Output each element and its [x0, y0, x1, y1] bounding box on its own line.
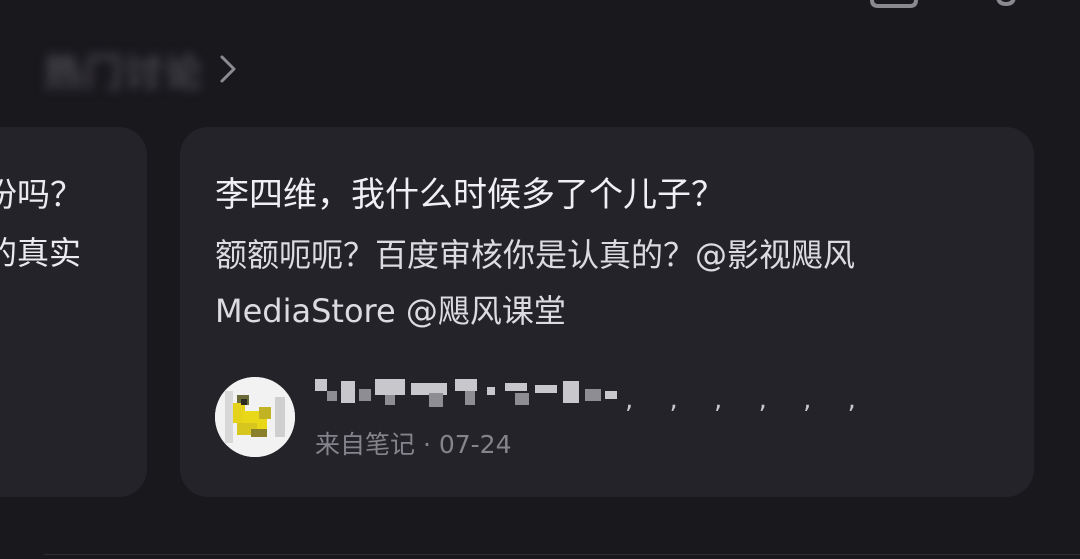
notification-icon[interactable]: [986, 0, 1026, 16]
post-card[interactable]: 李四维，我什么时候多了个儿子？ 额额呃呃？百度审核你是认真的？@影视飓风 Med…: [180, 127, 1034, 497]
author-name-trailing: , , , , , ,: [625, 385, 870, 415]
post-body: 额额呃呃？百度审核你是认真的？@影视飓风 MediaStore @飓风课堂: [215, 227, 975, 339]
post-body-line: MediaStore @飓风课堂: [215, 292, 566, 330]
copy-icon[interactable]: [866, 0, 922, 16]
previous-post-card[interactable]: 份吗？ 的真实: [0, 127, 147, 497]
section-title: 热门讨论: [44, 50, 205, 95]
section-header[interactable]: 热门讨论: [44, 44, 238, 95]
divider: [44, 554, 1080, 555]
previous-post-snippet: 的真实: [0, 234, 81, 272]
post-author[interactable]: , , , , , , 来自笔记 · 07-24: [215, 377, 915, 461]
feed-page: 热门讨论 份吗？ 的真实 李四维，我什么时候多了个儿子？ 额额呃呃？百度审核你是…: [0, 0, 1080, 559]
post-body-line: 额额呃呃？百度审核你是认真的？@影视飓风: [215, 236, 856, 274]
post-meta: 来自笔记 · 07-24: [315, 430, 512, 459]
post-title: 李四维，我什么时候多了个儿子？: [215, 175, 725, 215]
previous-post-title: 份吗？: [0, 175, 83, 214]
duck-avatar-icon[interactable]: [215, 377, 295, 457]
chevron-right-icon[interactable]: [218, 53, 238, 85]
